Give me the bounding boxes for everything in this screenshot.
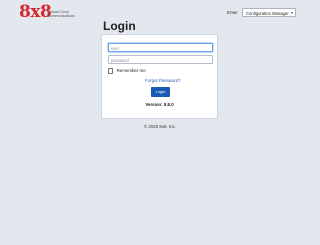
password-placeholder: password xyxy=(111,57,129,63)
user-input[interactable]: user xyxy=(108,43,213,52)
enter-select[interactable]: Configuration Manager ▾ xyxy=(242,8,296,17)
login-card: user password Remember me Forgot Passwor… xyxy=(101,34,218,119)
remember-checkbox[interactable] xyxy=(108,68,114,74)
login-button[interactable]: Login xyxy=(151,87,170,97)
copyright: © 2020 8x8, Inc. xyxy=(143,124,177,129)
brand-logo: 8x8 Global Cloud Communications xyxy=(19,2,79,25)
remember-label: Remember me xyxy=(116,68,146,73)
password-input[interactable]: password xyxy=(108,55,213,64)
logo-mark: 8x8 xyxy=(19,2,52,22)
forgot-password-link[interactable]: Forgot Password? xyxy=(145,78,181,83)
user-placeholder: user xyxy=(111,45,120,51)
remember-me[interactable]: Remember me xyxy=(108,68,146,74)
page-title: Login xyxy=(103,19,136,33)
version-text: Version: 9.8.0 xyxy=(145,102,174,107)
chevron-down-icon: ▾ xyxy=(290,10,293,15)
enter-select-value: Configuration Manager xyxy=(246,10,289,16)
enter-label: Enter xyxy=(227,10,238,15)
logo-tagline: Global Cloud Communications xyxy=(48,10,75,18)
